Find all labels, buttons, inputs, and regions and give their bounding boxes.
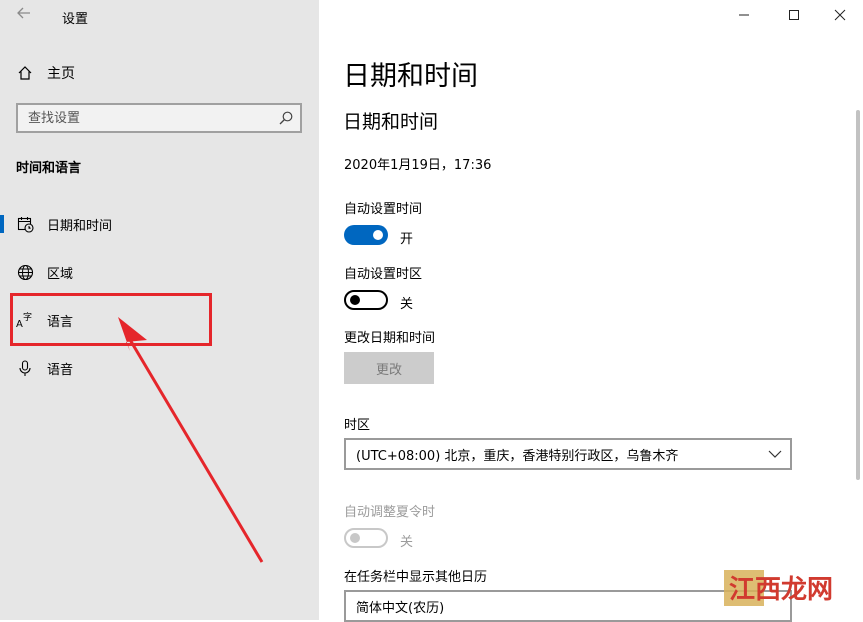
home-icon	[16, 64, 34, 82]
toggle-knob	[350, 533, 360, 543]
calendar-clock-icon	[16, 215, 34, 233]
watermark-text: 江西龙网	[729, 575, 833, 605]
app-title: 设置	[62, 12, 89, 27]
sidebar: 设置 主页 时间和语言 日期和时间 区域 A字 语言 语音	[0, 0, 319, 620]
sidebar-item-speech[interactable]: 语音	[16, 354, 306, 382]
calendar-label: 在任务栏中显示其他日历	[344, 570, 488, 585]
timezone-select[interactable]: (UTC+08:00) 北京，重庆，香港特别行政区，乌鲁木齐	[344, 438, 792, 470]
close-icon	[834, 9, 846, 21]
auto-time-label: 自动设置时间	[344, 202, 423, 217]
chevron-down-icon	[768, 450, 782, 458]
dst-state: 关	[400, 535, 414, 550]
toggle-knob	[350, 295, 360, 305]
auto-timezone-label: 自动设置时区	[344, 267, 423, 282]
arrow-left-icon	[17, 7, 30, 19]
globe-icon	[16, 263, 34, 281]
search-input[interactable]	[18, 105, 268, 131]
change-datetime-label: 更改日期和时间	[344, 331, 436, 346]
scrollbar[interactable]	[856, 110, 860, 480]
auto-time-state: 开	[400, 232, 414, 247]
sidebar-item-date-time[interactable]: 日期和时间	[0, 210, 306, 238]
sidebar-item-language[interactable]: A字 语言	[16, 306, 306, 334]
auto-timezone-toggle[interactable]	[344, 290, 388, 310]
sidebar-item-label: 语言	[47, 314, 74, 330]
search-icon[interactable]	[278, 110, 294, 126]
minimize-icon	[739, 14, 749, 16]
sidebar-item-label: 区域	[47, 266, 74, 282]
toggle-knob	[373, 230, 383, 240]
microphone-icon	[16, 359, 34, 377]
close-button[interactable]	[825, 4, 855, 26]
maximize-button[interactable]	[779, 4, 809, 26]
language-icon: A字	[16, 311, 34, 329]
sidebar-item-home[interactable]: 主页	[16, 62, 75, 84]
svg-text:A: A	[16, 319, 23, 329]
page-title: 日期和时间	[343, 61, 478, 92]
auto-time-toggle[interactable]	[344, 225, 388, 245]
current-datetime: 2020年1月19日，17:36	[344, 158, 492, 173]
auto-timezone-state: 关	[400, 297, 414, 312]
timezone-value: (UTC+08:00) 北京，重庆，香港特别行政区，乌鲁木齐	[356, 448, 679, 464]
section-heading: 日期和时间	[343, 111, 439, 133]
search-box	[16, 103, 302, 133]
dst-label: 自动调整夏令时	[344, 505, 436, 520]
maximize-icon	[789, 10, 799, 20]
back-button[interactable]	[12, 4, 36, 28]
timezone-label: 时区	[344, 418, 371, 433]
sidebar-item-label: 主页	[47, 66, 75, 82]
change-datetime-button[interactable]: 更改	[344, 352, 434, 384]
main-pane: 日期和时间 日期和时间 2020年1月19日，17:36 自动设置时间 开 自动…	[319, 0, 863, 622]
section-title: 时间和语言	[16, 161, 82, 176]
watermark: 江西龙网	[724, 566, 854, 610]
svg-text:字: 字	[23, 311, 32, 323]
minimize-button[interactable]	[729, 4, 759, 26]
sidebar-item-label: 语音	[47, 362, 74, 378]
sidebar-item-region[interactable]: 区域	[16, 258, 306, 286]
sidebar-item-label: 日期和时间	[47, 218, 113, 234]
dst-toggle[interactable]	[344, 528, 388, 548]
calendar-value: 简体中文(农历)	[356, 600, 445, 616]
